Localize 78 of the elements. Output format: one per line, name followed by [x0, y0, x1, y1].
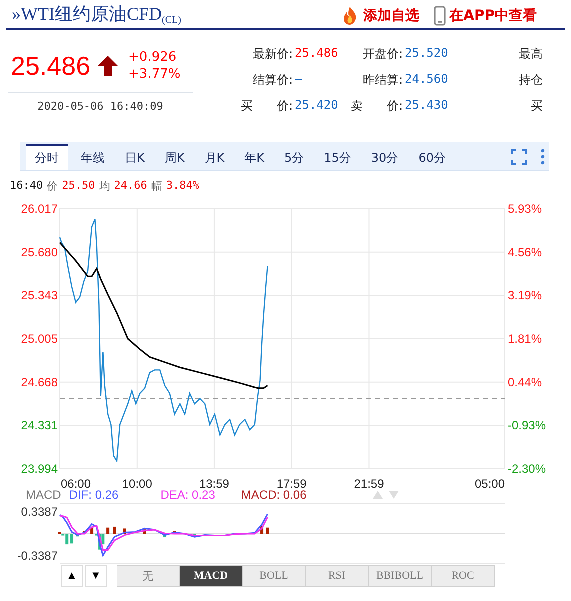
info-value: 25.50 [62, 179, 96, 194]
last-price: 25.486 [11, 50, 91, 82]
info-value: 3.84% [166, 179, 200, 194]
axis-label: -0.3387 [18, 549, 58, 563]
indicator-tab[interactable]: ROC [432, 565, 495, 587]
field-value: 25.486 [295, 46, 338, 62]
chart-tab[interactable]: 5分 [278, 144, 312, 170]
field-value: 25.520 [405, 46, 448, 62]
axis-label: 25.680 [21, 245, 58, 260]
legend-value: DEA: 0.23 [160, 488, 216, 502]
chart-tab[interactable]: 年线 [74, 144, 112, 170]
axis-label: 1.81% [508, 332, 542, 346]
field-label: 卖 价: [351, 98, 403, 115]
info-label: 幅 [151, 179, 162, 194]
field-value: 25.420 [295, 98, 338, 114]
info-time: 16:40 [10, 179, 44, 194]
axis-label: 25.343 [21, 288, 58, 303]
price-change: +0.926 [128, 50, 178, 65]
axis-label: 23.994 [21, 462, 58, 476]
axis-label: 26.017 [21, 202, 58, 216]
axis-label: 0.3387 [21, 505, 58, 519]
field-label: 昨结算: [362, 72, 403, 89]
percent-change: +3.77% [128, 67, 181, 82]
axis-label: 10:00 [122, 477, 152, 491]
axis-label: 17:59 [276, 477, 307, 491]
axis-label: 06:00 [61, 477, 92, 491]
more-icon[interactable] [541, 149, 545, 165]
axis-label: 24.331 [21, 418, 58, 433]
field-label: 持仓 [518, 72, 543, 89]
add-watchlist-link[interactable]: 添加自选 [340, 6, 420, 26]
instrument-title: »WTI纽约原油CFD$_{(CL)}$ [12, 3, 182, 26]
axis-label: -0.93% [508, 418, 546, 433]
pager-button[interactable]: ▼ [85, 565, 107, 587]
indicator-tab[interactable]: BBIBOLL [369, 565, 432, 587]
indicator-name: MACD [26, 488, 62, 502]
phone-icon [434, 6, 446, 26]
chart-tab[interactable]: 30分 [364, 144, 406, 170]
chart-tab[interactable]: 分时 [26, 144, 68, 170]
axis-label: 21:59 [354, 477, 384, 491]
field-label: 开盘价: [362, 46, 403, 63]
field-value: 25.430 [405, 98, 448, 114]
axis-label: -2.30% [508, 462, 546, 476]
field-value: — [295, 72, 302, 88]
chart-tab[interactable]: 60分 [412, 144, 453, 170]
legend-value: DIF: 0.26 [69, 488, 119, 502]
field-label: 结算价: [252, 72, 293, 89]
info-label: 价 [47, 179, 58, 194]
chart-tab[interactable]: 年K [238, 144, 272, 170]
axis-label: 5.93% [508, 202, 542, 216]
down-triangle-icon [388, 491, 399, 499]
axis-label: 05:00 [474, 477, 505, 491]
axis-label: 25.005 [21, 332, 58, 346]
up-triangle-icon [372, 491, 383, 499]
indicator-tab[interactable]: BOLL [243, 565, 306, 587]
pager-button[interactable]: ▲ [61, 565, 83, 587]
chart-tab[interactable]: 日K [118, 144, 152, 170]
field-label: 买 价: [241, 98, 293, 115]
field-label: 最新价: [252, 46, 293, 63]
axis-label: 13:59 [199, 477, 230, 491]
app-view-link[interactable]: 在APP中查看 [434, 6, 537, 26]
quote-time: 2020-05-06 16:40:09 [36, 100, 164, 113]
axis-label: 24.668 [21, 375, 58, 390]
indicator-tab[interactable]: MACD [180, 565, 243, 587]
info-value: 24.66 [114, 179, 148, 194]
field-label: 买 [530, 98, 543, 115]
field-value: 24.560 [405, 72, 448, 88]
field-label: 最高 [518, 46, 543, 63]
chart-tab[interactable]: 周K [158, 144, 192, 170]
axis-label: 4.56% [508, 245, 542, 260]
chart-tab[interactable]: 月K [198, 144, 232, 170]
chart-tab[interactable]: 15分 [317, 144, 358, 170]
axis-label: 0.44% [508, 375, 542, 390]
indicator-tab[interactable]: 无 [117, 565, 180, 587]
fullscreen-icon[interactable] [511, 149, 527, 165]
axis-label: 3.19% [508, 288, 542, 303]
info-label: 均 [99, 179, 110, 194]
indicator-tab[interactable]: RSI [306, 565, 369, 587]
legend-value: MACD: 0.06 [241, 488, 307, 502]
